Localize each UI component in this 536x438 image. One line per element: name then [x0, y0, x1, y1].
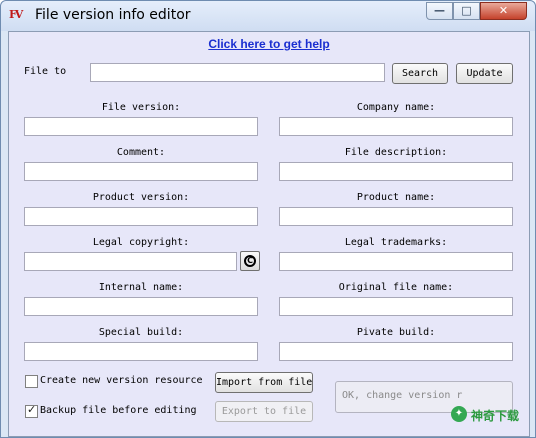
title-bar[interactable]: FV File version info editor — □ ✕ — [1, 1, 535, 31]
create-resource-checkbox[interactable] — [25, 375, 38, 388]
legal-trademarks-input[interactable] — [279, 252, 513, 271]
internal-name-label: Internal name: — [98, 282, 184, 293]
app-window: FV File version info editor — □ ✕ Click … — [0, 0, 536, 438]
comment-input[interactable] — [24, 162, 258, 181]
copyright-icon: C — [244, 255, 256, 267]
company-name-label: Company name: — [356, 102, 436, 113]
original-file-name-label: Original file name: — [338, 282, 454, 293]
file-path-input[interactable] — [90, 63, 385, 82]
comment-label: Comment: — [116, 147, 166, 158]
product-version-label: Product version: — [92, 192, 190, 203]
file-version-label: File version: — [101, 102, 181, 113]
insert-copyright-button[interactable]: C — [240, 251, 260, 271]
search-button[interactable]: Search — [392, 63, 448, 84]
minimize-button[interactable]: — — [426, 2, 453, 20]
internal-name-input[interactable] — [24, 297, 258, 316]
product-name-label: Product name: — [356, 192, 436, 203]
special-build-input[interactable] — [24, 342, 258, 361]
maximize-button[interactable]: □ — [453, 2, 480, 20]
file-version-input[interactable] — [24, 117, 258, 136]
watermark-text: 神奇下载 — [471, 409, 520, 423]
legal-trademarks-label: Legal trademarks: — [344, 237, 448, 248]
minimize-icon: — — [434, 4, 445, 17]
main-panel: Click here to get help File to edit: Sea… — [8, 31, 530, 437]
maximize-icon: □ — [461, 4, 472, 17]
create-resource-label: Create new version resource — [40, 375, 203, 386]
backup-file-checkbox[interactable]: ✓ — [25, 403, 38, 418]
file-description-input[interactable] — [279, 162, 513, 181]
app-icon-text: FV — [9, 8, 23, 21]
special-build-label: Special build: — [98, 327, 184, 338]
import-from-file-button[interactable]: Import from file — [215, 372, 313, 393]
original-file-name-input[interactable] — [279, 297, 513, 316]
file-description-label: File description: — [344, 147, 448, 158]
product-version-input[interactable] — [24, 207, 258, 226]
company-name-input[interactable] — [279, 117, 513, 136]
product-name-input[interactable] — [279, 207, 513, 226]
legal-copyright-label: Legal copyright: — [92, 237, 190, 248]
backup-file-label: Backup file before editing — [40, 405, 197, 416]
watermark: ✦ 神奇下载 — [451, 405, 531, 425]
help-link[interactable]: Click here to get help — [9, 37, 529, 51]
file-to-edit-label: File to edit: — [24, 66, 67, 77]
app-icon: FV — [9, 8, 27, 24]
checkmark-icon: ✓ — [27, 403, 37, 416]
watermark-logo-icon: ✦ — [451, 406, 467, 422]
private-build-input[interactable] — [279, 342, 513, 361]
export-to-file-button[interactable]: Export to file — [215, 401, 313, 422]
legal-copyright-input[interactable] — [24, 252, 237, 271]
update-button[interactable]: Update — [456, 63, 513, 84]
private-build-label: Pivate build: — [356, 327, 436, 338]
close-icon: ✕ — [498, 4, 509, 17]
window-title: File version info editor — [35, 7, 191, 23]
close-button[interactable]: ✕ — [480, 2, 527, 20]
